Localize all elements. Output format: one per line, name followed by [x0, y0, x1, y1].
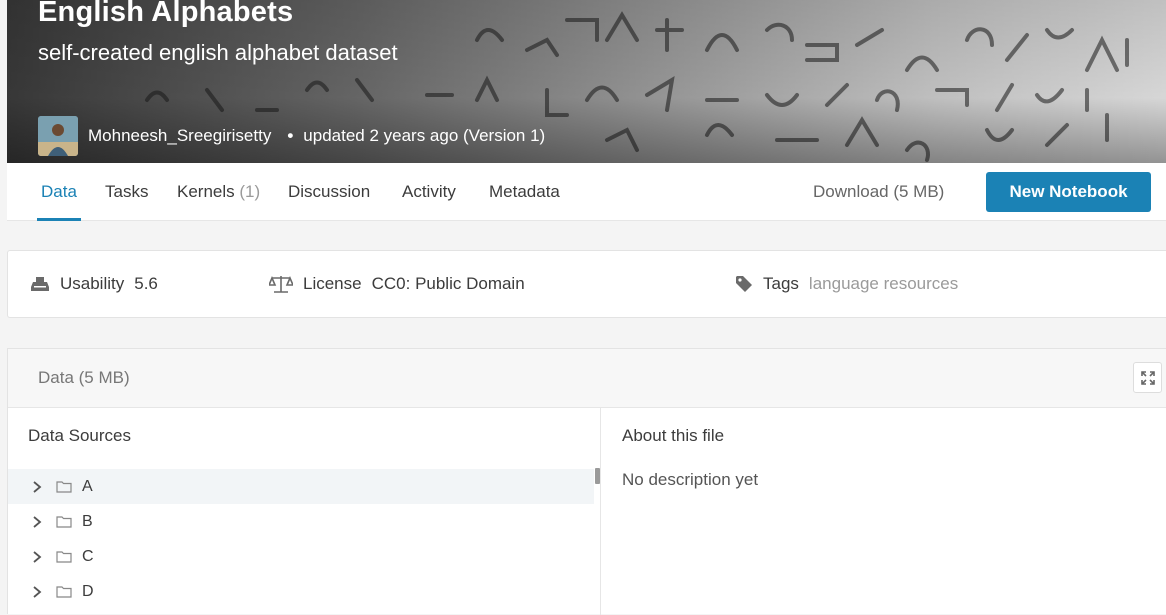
- dataset-info-bar: Usability 5.6 License CC0: Public Domain…: [7, 250, 1166, 318]
- folder-icon: [56, 585, 72, 598]
- avatar-image: [38, 116, 78, 156]
- folder-row-c[interactable]: C: [8, 539, 594, 574]
- dataset-title: English Alphabets: [38, 0, 294, 28]
- tags-label: Tags: [763, 274, 799, 293]
- data-sources-title: Data Sources: [28, 426, 131, 445]
- expand-icon: [1140, 370, 1155, 385]
- tag-language-resources[interactable]: language resources: [809, 274, 958, 294]
- usability-label: Usability: [60, 274, 125, 293]
- data-explorer-panel: Data (5 MB) Data Sources A B C D About t…: [7, 348, 1166, 615]
- updated-text: updated 2 years ago (Version 1): [303, 126, 546, 145]
- tab-activity[interactable]: Activity: [402, 163, 456, 221]
- scale-icon: [269, 275, 293, 293]
- tab-kernels[interactable]: Kernels (1): [177, 163, 260, 221]
- folder-name: B: [82, 512, 93, 530]
- meta-separator: •: [287, 126, 294, 145]
- author-name[interactable]: Mohneesh_Sreegirisetty: [88, 126, 271, 146]
- tags-info: Tags language resources: [735, 251, 958, 317]
- folder-icon: [56, 550, 72, 563]
- chevron-right-icon[interactable]: [32, 585, 46, 598]
- folder-name: C: [82, 547, 94, 565]
- dataset-tabbar: Data Tasks Kernels (1) Discussion Activi…: [7, 163, 1166, 221]
- kernels-count: (1): [239, 182, 261, 201]
- chevron-right-icon[interactable]: [32, 550, 46, 563]
- download-button[interactable]: Download (5 MB): [813, 163, 944, 221]
- data-size-title: Data (5 MB): [38, 368, 130, 387]
- data-explorer-header: Data (5 MB): [8, 349, 1166, 408]
- tab-discussion[interactable]: Discussion: [288, 163, 370, 221]
- author-avatar[interactable]: [38, 116, 78, 156]
- license-info: License CC0: Public Domain: [269, 251, 525, 317]
- license-value: CC0: Public Domain: [371, 274, 525, 293]
- dataset-subtitle: self-created english alphabet dataset: [38, 40, 398, 65]
- tag-icon: [736, 276, 752, 292]
- folder-icon: [56, 480, 72, 493]
- license-label: License: [303, 274, 362, 293]
- chevron-right-icon[interactable]: [32, 515, 46, 528]
- folder-name: A: [82, 477, 93, 495]
- usability-info: Usability 5.6: [30, 251, 158, 317]
- dashboard-icon: [31, 277, 49, 291]
- chevron-right-icon[interactable]: [32, 480, 46, 493]
- folder-name: D: [82, 582, 94, 600]
- file-details-pane: About this file No description yet: [602, 408, 1166, 615]
- folder-icon: [56, 515, 72, 528]
- tab-metadata[interactable]: Metadata: [489, 163, 560, 221]
- tab-data[interactable]: Data: [37, 163, 81, 221]
- dataset-meta: Mohneesh_Sreegirisetty • updated 2 years…: [38, 116, 545, 156]
- usability-value: 5.6: [134, 274, 158, 293]
- folder-row-b[interactable]: B: [8, 504, 594, 539]
- folder-row-d[interactable]: D: [8, 574, 594, 609]
- tree-scrollbar[interactable]: [595, 468, 600, 484]
- folder-row-a[interactable]: A: [8, 469, 594, 504]
- expand-button[interactable]: [1133, 362, 1162, 393]
- about-file-description: No description yet: [622, 470, 759, 489]
- new-notebook-button[interactable]: New Notebook: [986, 172, 1151, 212]
- tab-tasks[interactable]: Tasks: [105, 163, 148, 221]
- data-sources-pane: Data Sources A B C D: [8, 408, 601, 615]
- dataset-header: English Alphabets self-created english a…: [7, 0, 1166, 163]
- about-file-title: About this file: [622, 426, 725, 445]
